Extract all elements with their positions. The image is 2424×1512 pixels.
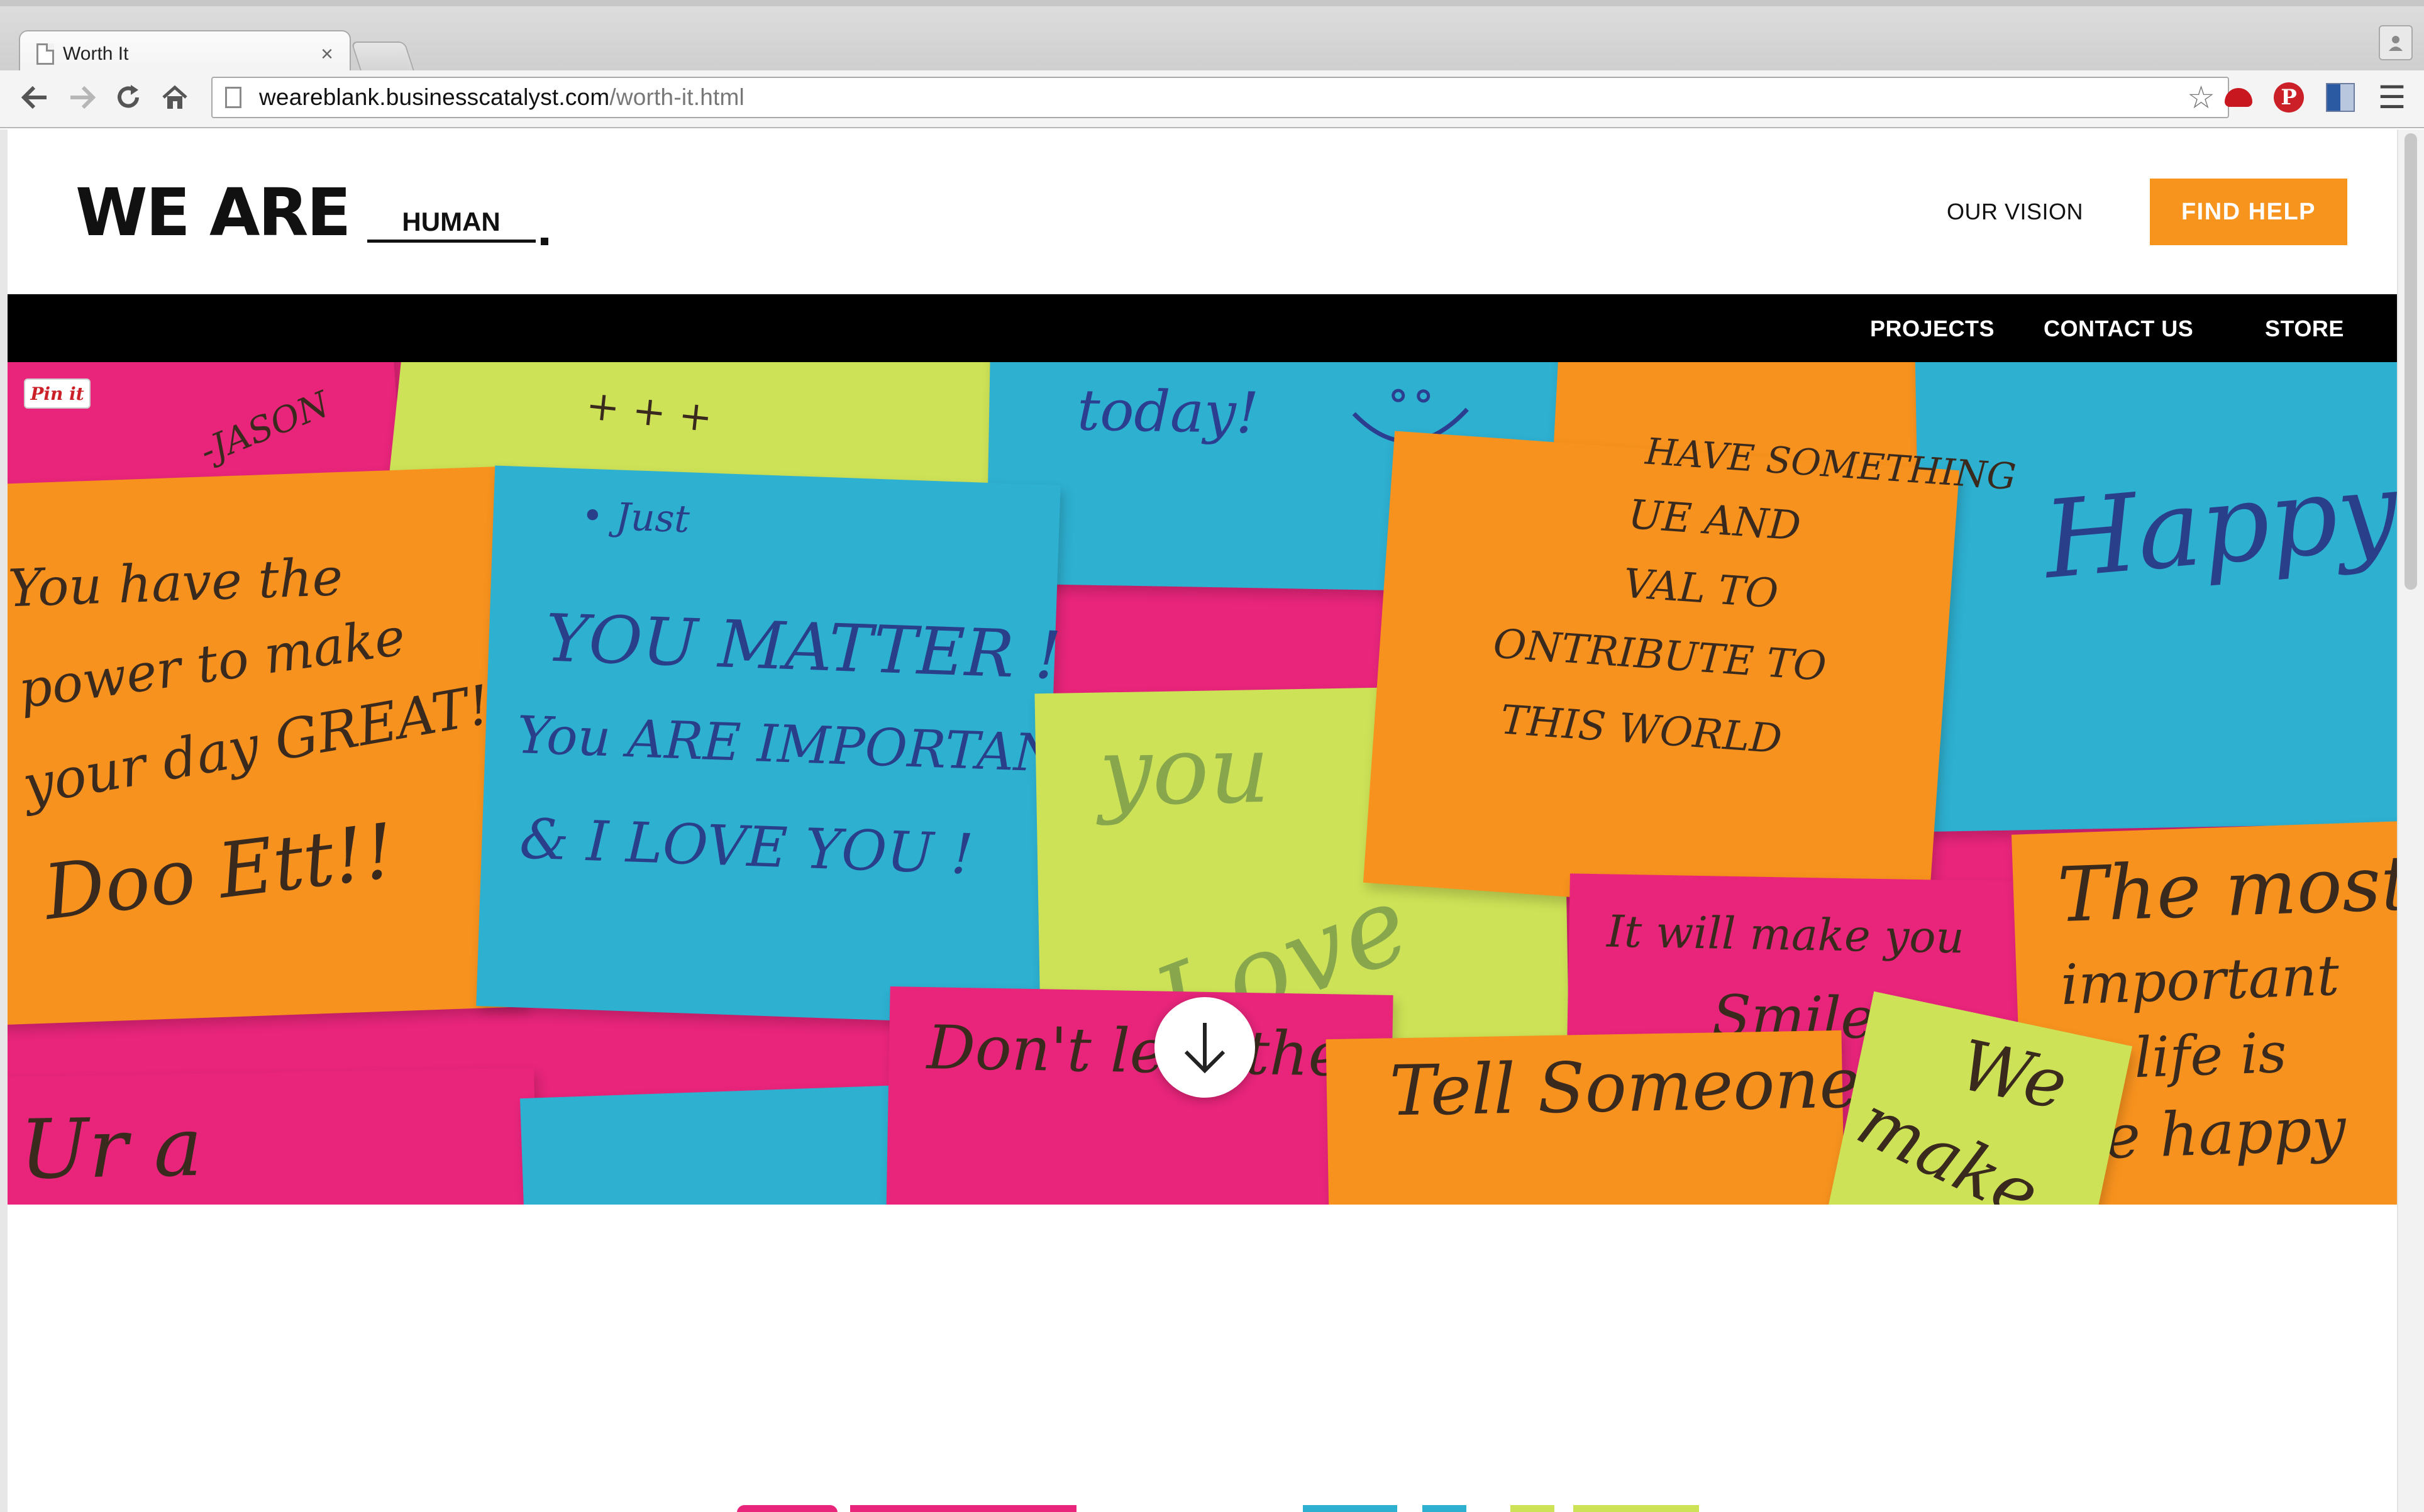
note-text: Don't let other bbox=[926, 1012, 1374, 1091]
hero-image: -JASON + + + today! Happy! You have the … bbox=[8, 362, 2397, 1205]
profile-icon[interactable] bbox=[2379, 25, 2413, 60]
browser-tab-strip: Worth It × bbox=[0, 0, 2424, 77]
tab-title: Worth It bbox=[63, 43, 129, 64]
section-heading-peek bbox=[850, 1505, 1076, 1512]
pin-it-button[interactable]: Pin it bbox=[24, 378, 91, 409]
note-text: today! bbox=[1076, 377, 1259, 447]
note-text: ONTRIBUTE TO bbox=[1491, 621, 1828, 691]
note-text: VAL TO bbox=[1622, 560, 1780, 618]
note-text: We bbox=[1952, 1024, 2074, 1126]
sticky-note: Tell Someone bbox=[1325, 1030, 1861, 1205]
sticky-note: Don't let other bbox=[885, 986, 1393, 1205]
page-scrollbar[interactable] bbox=[2397, 130, 2424, 1512]
url-text: weareblank.businesscatalyst.com/worth-it… bbox=[259, 84, 744, 110]
nav-store[interactable]: STORE bbox=[2265, 316, 2344, 342]
main-nav: PROJECTS CONTACT US STORE bbox=[8, 294, 2397, 362]
extension-grid-icon[interactable] bbox=[2322, 78, 2359, 117]
note-text: You have the bbox=[8, 547, 344, 619]
logo-human: HUMAN bbox=[367, 207, 536, 243]
site-logo[interactable]: WE ARE HUMAN bbox=[75, 180, 548, 245]
nav-projects[interactable]: PROJECTS bbox=[1870, 316, 1995, 342]
sticky-note: HAVE SOMETHING UE AND VAL TO ONTRIBUTE T… bbox=[1363, 429, 2017, 922]
back-icon[interactable] bbox=[15, 77, 55, 118]
pinterest-icon[interactable]: P bbox=[2270, 78, 2308, 117]
section-heading-peek bbox=[1573, 1505, 1699, 1512]
note-text: The most bbox=[2056, 839, 2397, 940]
note-text: you bbox=[1098, 714, 1271, 827]
home-icon[interactable] bbox=[155, 77, 195, 118]
sticky-note: Happy! bbox=[1915, 362, 2397, 832]
logo-we-are: WE ARE bbox=[75, 174, 351, 251]
note-text: important bbox=[2059, 942, 2340, 1018]
note-text: Tell Someone bbox=[1388, 1042, 1861, 1132]
sticky-note: You have the power to make your day GREA… bbox=[8, 466, 526, 1025]
section-heading-peek bbox=[1303, 1505, 1397, 1512]
address-bar[interactable]: weareblank.businesscatalyst.com/worth-it… bbox=[211, 77, 2229, 118]
note-text: THIS WORLD bbox=[1498, 697, 1784, 763]
note-text: Ur a bbox=[18, 1098, 204, 1198]
scrollbar-thumb[interactable] bbox=[2405, 133, 2417, 590]
our-vision-link[interactable]: OUR VISION bbox=[1947, 199, 2083, 225]
sticky-note bbox=[519, 1084, 929, 1205]
sticky-note: Ur a bbox=[8, 1068, 538, 1205]
section-heading-peek bbox=[1510, 1505, 1554, 1512]
note-text: + + + bbox=[584, 382, 715, 442]
browser-toolbar: weareblank.businesscatalyst.com/worth-it… bbox=[0, 70, 2424, 128]
note-text: UE AND bbox=[1627, 491, 1803, 550]
note-text: • Just bbox=[580, 494, 690, 542]
bookmark-star-icon[interactable]: ☆ bbox=[2187, 79, 2215, 116]
window-edge bbox=[0, 130, 8, 1512]
note-text: It will make you bbox=[1606, 905, 1965, 964]
new-tab-button[interactable] bbox=[350, 41, 416, 73]
page-icon bbox=[225, 87, 241, 108]
page-icon bbox=[36, 43, 54, 65]
extension-icon[interactable] bbox=[2220, 78, 2257, 117]
page-viewport: WE ARE HUMAN OUR VISION FIND HELP PROJEC… bbox=[8, 130, 2397, 1512]
arrow-down-icon bbox=[1184, 1023, 1226, 1074]
reload-icon[interactable] bbox=[108, 77, 148, 118]
section-heading-peek bbox=[1422, 1505, 1466, 1512]
note-text: & I LOVE YOU ! bbox=[518, 806, 975, 887]
section-heading-peek bbox=[737, 1505, 838, 1512]
note-text: -JASON bbox=[194, 384, 335, 473]
forward-icon[interactable] bbox=[62, 77, 102, 118]
find-help-button[interactable]: FIND HELP bbox=[2150, 179, 2347, 245]
browser-tab[interactable]: Worth It × bbox=[19, 30, 351, 77]
note-text: YOU MATTER ! bbox=[544, 599, 1063, 695]
logo-dot bbox=[540, 238, 548, 245]
scroll-down-button[interactable] bbox=[1154, 997, 1255, 1098]
menu-icon[interactable]: ☰ bbox=[2373, 78, 2411, 117]
sticky-note: • Just YOU MATTER ! You ARE IMPORTANT ! … bbox=[476, 465, 1131, 1026]
note-text: Doo Ett!! bbox=[39, 807, 399, 937]
nav-contact-us[interactable]: CONTACT US bbox=[2044, 316, 2193, 342]
site-header: WE ARE HUMAN OUR VISION FIND HELP bbox=[8, 130, 2397, 294]
note-text: Happy! bbox=[2039, 444, 2397, 604]
tab-close-icon[interactable]: × bbox=[321, 42, 333, 67]
